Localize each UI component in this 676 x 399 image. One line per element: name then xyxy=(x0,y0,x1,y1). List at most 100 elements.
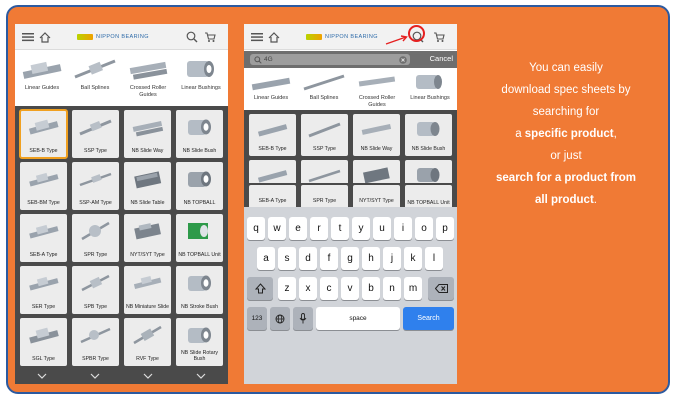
product-tile-nb-miniature-slide[interactable]: NB Miniature Slide xyxy=(124,266,171,314)
product-tile-nb-slide-bush[interactable]: NB Slide Bush xyxy=(176,110,223,158)
key-i[interactable]: i xyxy=(394,217,412,240)
ball-spline-image xyxy=(73,55,117,83)
product-tile-nb-stroke-bush[interactable]: NB Stroke Bush xyxy=(176,266,223,314)
on-screen-keyboard: SEB-A Type SPR Type NYT/SYT Type NB TOPB… xyxy=(244,183,457,384)
shift-key[interactable] xyxy=(247,277,273,300)
product-tile-nb-topball[interactable]: NB TOPBALL xyxy=(176,162,223,210)
product-image xyxy=(133,275,162,290)
backspace-key[interactable] xyxy=(428,277,454,300)
product-tile-nb-slide-bush[interactable]: NB Slide Bush xyxy=(405,114,452,156)
key-f[interactable]: f xyxy=(320,247,338,270)
product-tile-nb-topball-unit[interactable]: NB TOPBALL Unit xyxy=(405,185,452,207)
key-h[interactable]: h xyxy=(362,247,380,270)
category-label: Linear Guides xyxy=(24,85,60,91)
key-a[interactable]: a xyxy=(257,247,275,270)
key-w[interactable]: w xyxy=(268,217,286,240)
caption-text: . xyxy=(593,194,597,206)
key-m[interactable]: m xyxy=(404,277,422,300)
key-l[interactable]: l xyxy=(425,247,443,270)
product-label: SPBR Type xyxy=(82,356,109,362)
product-tile-rvf[interactable]: RVF Type xyxy=(124,318,171,366)
menu-icon[interactable] xyxy=(250,30,264,44)
product-image xyxy=(132,120,164,137)
cart-icon[interactable] xyxy=(432,30,446,44)
search-highlight-circle xyxy=(408,25,425,42)
product-tile-spb[interactable]: SPB Type xyxy=(72,266,119,314)
product-tile-ssp[interactable]: SSP Type xyxy=(301,114,348,156)
product-tile-nb-topball-unit[interactable]: NB TOPBALL Unit xyxy=(176,214,223,262)
product-tile-sgl[interactable]: SGL Type xyxy=(20,318,67,366)
globe-key[interactable] xyxy=(270,307,290,330)
product-label: NYT/SYT Type xyxy=(359,198,394,204)
category-crossed-roller-guides[interactable]: Crossed Roller Guides xyxy=(123,53,173,103)
product-image xyxy=(188,171,211,187)
menu-icon[interactable] xyxy=(21,30,35,44)
product-tile-nb-slide-way[interactable]: NB Slide Way xyxy=(353,114,400,156)
chevron-down-icon[interactable] xyxy=(37,373,47,379)
product-tile-seb-b[interactable]: SEB-B Type xyxy=(249,114,296,156)
key-t[interactable]: t xyxy=(331,217,349,240)
key-y[interactable]: y xyxy=(352,217,370,240)
product-tile-nyt-syt[interactable]: NYT/SYT Type xyxy=(124,214,171,262)
key-z[interactable]: z xyxy=(278,277,296,300)
product-tile-spr[interactable]: SPR Type xyxy=(72,214,119,262)
product-tile-ssp-am[interactable]: SSP-AM Type xyxy=(72,162,119,210)
product-label: SEB-B Type xyxy=(29,148,58,154)
key-d[interactable]: d xyxy=(299,247,317,270)
key-c[interactable]: c xyxy=(320,277,338,300)
product-tile-spbr[interactable]: SPBR Type xyxy=(72,318,119,366)
product-tile-nb-slide-table[interactable]: NB Slide Table xyxy=(124,162,171,210)
product-label: NB TOPBALL Unit xyxy=(407,200,450,206)
search-icon[interactable] xyxy=(185,30,199,44)
key-e[interactable]: e xyxy=(289,217,307,240)
cart-icon[interactable] xyxy=(203,30,217,44)
search-key[interactable]: Search xyxy=(403,307,454,330)
product-label: SER Type xyxy=(31,304,56,310)
chevron-down-icon[interactable] xyxy=(143,373,153,379)
bottom-bar xyxy=(15,368,228,384)
home-icon[interactable] xyxy=(38,30,52,44)
product-tile-seb-b[interactable]: SEB-B Type xyxy=(19,109,68,159)
caption-line: search for a product from xyxy=(462,167,670,189)
product-tile-seb-a[interactable]: SEB-A Type xyxy=(20,214,67,262)
product-tile-seb-a[interactable]: SEB-A Type xyxy=(249,185,296,207)
key-g[interactable]: g xyxy=(341,247,359,270)
key-u[interactable]: u xyxy=(373,217,391,240)
clear-icon[interactable] xyxy=(399,55,407,64)
chevron-down-icon[interactable] xyxy=(90,373,100,379)
home-icon[interactable] xyxy=(267,30,281,44)
chevron-down-icon[interactable] xyxy=(196,373,206,379)
category-linear-bushings[interactable]: Linear Bushings xyxy=(176,53,226,103)
product-label: SEB-A Type xyxy=(258,198,287,204)
product-tile-ssp[interactable]: SSP Type xyxy=(72,110,119,158)
key-r[interactable]: r xyxy=(310,217,328,240)
product-tile-ser[interactable]: SER Type xyxy=(20,266,67,314)
key-o[interactable]: o xyxy=(415,217,433,240)
key-j[interactable]: j xyxy=(383,247,401,270)
key-k[interactable]: k xyxy=(404,247,422,270)
key-p[interactable]: p xyxy=(436,217,454,240)
key-b[interactable]: b xyxy=(362,277,380,300)
key-x[interactable]: x xyxy=(299,277,317,300)
key-q[interactable]: q xyxy=(247,217,265,240)
search-input-value: 4G xyxy=(264,56,273,63)
search-input[interactable]: 4G xyxy=(250,54,410,65)
space-key[interactable]: space xyxy=(316,307,400,330)
product-tile-nyt-syt[interactable]: NYT/SYT Type xyxy=(353,185,400,207)
product-label: SSP Type xyxy=(84,148,107,154)
product-tile-seb-bm[interactable]: SEB-BM Type xyxy=(20,162,67,210)
product-tile-nb-slide-way[interactable]: NB Slide Way xyxy=(124,110,171,158)
caption-line: a specific product, xyxy=(462,123,670,145)
category-ball-splines[interactable]: Ball Splines xyxy=(70,53,120,103)
key-s[interactable]: s xyxy=(278,247,296,270)
caption-emphasis: all product xyxy=(535,194,594,206)
key-n[interactable]: n xyxy=(383,277,401,300)
dictation-key[interactable] xyxy=(293,307,313,330)
category-linear-guides[interactable]: Linear Guides xyxy=(17,53,67,103)
numbers-key[interactable]: 123 xyxy=(247,307,267,330)
cancel-button[interactable]: Cancel xyxy=(430,54,453,63)
key-v[interactable]: v xyxy=(341,277,359,300)
product-tile-spr[interactable]: SPR Type xyxy=(301,185,348,207)
product-image xyxy=(29,327,59,344)
product-tile-nb-slide-rotary-bush[interactable]: NB Slide Rotary Bush xyxy=(176,318,223,366)
